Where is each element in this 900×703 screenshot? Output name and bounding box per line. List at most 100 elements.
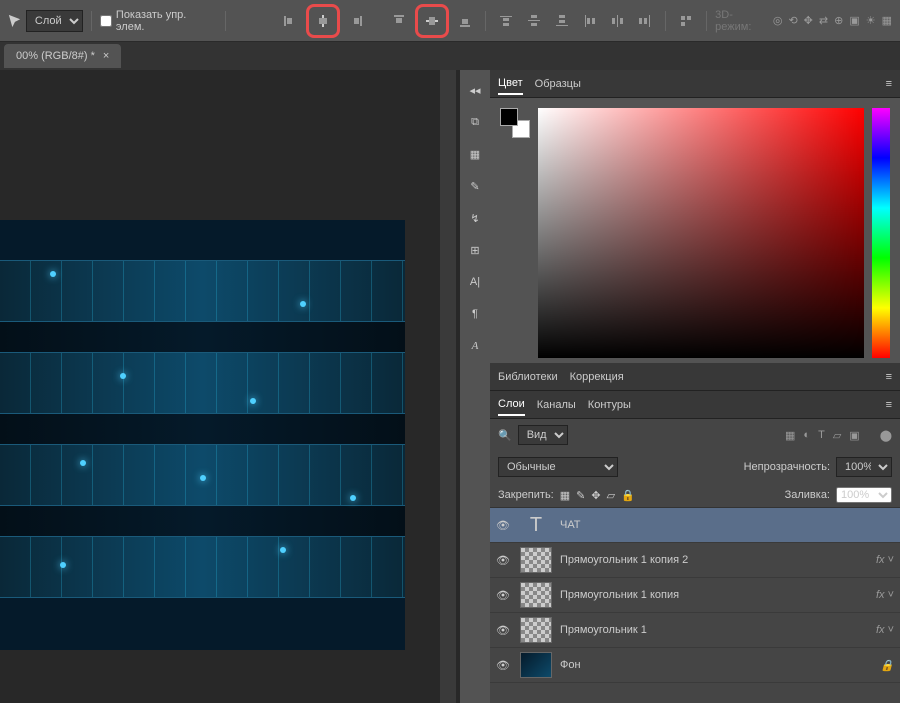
layer-item[interactable]: 👁 Фон 🔒 xyxy=(490,648,900,683)
fx-badge[interactable]: fx ˅ xyxy=(876,589,894,601)
filter-pixel-icon[interactable]: ▦ xyxy=(785,429,795,442)
brush-icon[interactable]: ✎ xyxy=(463,174,487,198)
fill-input[interactable]: 100% xyxy=(836,487,892,503)
right-panels: Цвет Образцы ≡ Библиотеки Коррекция ≡ Сл… xyxy=(490,70,900,703)
canvas-area: Ч А Т xyxy=(0,70,460,703)
layer-name: Прямоугольник 1 копия xyxy=(560,589,868,601)
paragraph-icon[interactable]: ¶ xyxy=(463,302,487,326)
align-bottom-icon[interactable] xyxy=(453,9,477,33)
tab-paths[interactable]: Контуры xyxy=(588,395,631,415)
tab-color[interactable]: Цвет xyxy=(498,73,523,95)
close-icon[interactable]: × xyxy=(103,50,109,62)
panel-menu-icon[interactable]: ≡ xyxy=(886,74,892,94)
layer-thumb-text: T xyxy=(520,512,552,538)
panel-menu-icon[interactable]: ≡ xyxy=(886,395,892,415)
lock-position-icon[interactable]: ✥ xyxy=(591,489,600,502)
vertical-toolbar: ◂◂ ⧉ ▦ ✎ ↯ ⊞ A| ¶ A xyxy=(460,70,490,703)
color-field[interactable] xyxy=(538,108,864,358)
opacity-label: Непрозрачность: xyxy=(744,461,830,473)
visibility-icon[interactable]: 👁 xyxy=(496,589,512,602)
layer-name: Прямоугольник 1 копия 2 xyxy=(560,554,868,566)
options-toolbar: Слой Показать упр. элем. 3D-режим: ◎ ⟲ ✥… xyxy=(0,0,900,42)
roll-icon[interactable]: ⟲ xyxy=(788,14,797,27)
lock-fill-row: Закрепить: ▦ ✎ ✥ ▱ 🔒 Заливка: 100% xyxy=(490,483,900,508)
visibility-icon[interactable]: 👁 xyxy=(496,624,512,637)
layer-item[interactable]: 👁 Прямоугольник 1 копия 2 fx ˅ xyxy=(490,543,900,578)
main-area: Ч А Т ◂◂ ⧉ ▦ ✎ ↯ ⊞ A| ¶ A Цвет Образцы ≡ xyxy=(0,70,900,703)
pan-icon[interactable]: ✥ xyxy=(804,14,813,27)
distribute-left-icon[interactable] xyxy=(578,9,602,33)
tab-correction[interactable]: Коррекция xyxy=(570,367,624,387)
render-icon[interactable]: ▦ xyxy=(882,14,892,27)
filter-type-icon[interactable]: T xyxy=(818,429,825,442)
align-left-icon[interactable] xyxy=(278,9,302,33)
camera-icon[interactable]: ▣ xyxy=(849,14,859,27)
vertical-scrollbar[interactable] xyxy=(440,70,456,703)
properties-icon[interactable]: ▦ xyxy=(463,142,487,166)
align-center-horizontal-icon[interactable] xyxy=(311,9,335,33)
separator xyxy=(706,11,707,31)
tab-swatches[interactable]: Образцы xyxy=(535,74,581,94)
layer-thumb xyxy=(520,582,552,608)
light-icon[interactable]: ☀ xyxy=(866,14,876,27)
filter-smart-icon[interactable]: ▣ xyxy=(849,429,859,442)
lock-all-icon[interactable]: 🔒 xyxy=(621,489,635,502)
blend-mode-select[interactable]: Обычные xyxy=(498,457,618,477)
tab-layers[interactable]: Слои xyxy=(498,394,525,416)
filter-adjust-icon[interactable]: ◐ xyxy=(803,429,810,442)
clone-source-icon[interactable]: ⊞ xyxy=(463,238,487,262)
distribute-vcenter-icon[interactable] xyxy=(522,9,546,33)
opacity-input[interactable]: 100% xyxy=(836,457,892,477)
distribute-hcenter-icon[interactable] xyxy=(606,9,630,33)
layers-panel: 🔍 Вид ▦ ◐ T ▱ ▣ ⬤ Обычные Непрозрачность… xyxy=(490,419,900,703)
layer-select[interactable]: Слой xyxy=(26,10,83,32)
lock-image-icon[interactable]: ✎ xyxy=(576,489,585,502)
fx-badge[interactable]: fx ˅ xyxy=(876,624,894,636)
fx-badge[interactable]: fx ˅ xyxy=(876,554,894,566)
show-controls-checkbox[interactable]: Показать упр. элем. xyxy=(100,9,217,33)
visibility-icon[interactable]: 👁 xyxy=(496,659,512,672)
canvas[interactable]: Ч А Т xyxy=(0,220,405,650)
layer-name: Прямоугольник 1 xyxy=(560,624,868,636)
brush-settings-icon[interactable]: ↯ xyxy=(463,206,487,230)
tab-channels[interactable]: Каналы xyxy=(537,395,576,415)
hue-slider[interactable] xyxy=(872,108,890,358)
highlight-align-center-v xyxy=(415,4,449,38)
lock-artboard-icon[interactable]: ▱ xyxy=(607,489,615,502)
foreground-background-swatch[interactable] xyxy=(500,108,530,138)
history-icon[interactable]: ⧉ xyxy=(463,110,487,134)
layer-item[interactable]: 👁 Прямоугольник 1 копия fx ˅ xyxy=(490,578,900,613)
align-center-vertical-icon[interactable] xyxy=(420,9,444,33)
distribute-bottom-icon[interactable] xyxy=(550,9,574,33)
align-top-icon[interactable] xyxy=(388,9,412,33)
align-right-icon[interactable] xyxy=(344,9,368,33)
distribute-top-icon[interactable] xyxy=(494,9,518,33)
layer-filter-row: 🔍 Вид ▦ ◐ T ▱ ▣ ⬤ xyxy=(490,419,900,451)
document-tab[interactable]: 00% (RGB/8#) * × xyxy=(4,44,121,68)
filter-shape-icon[interactable]: ▱ xyxy=(833,429,841,442)
layer-item[interactable]: 👁 T ЧАТ xyxy=(490,508,900,543)
collapse-icon[interactable]: ◂◂ xyxy=(463,78,487,102)
layer-thumb xyxy=(520,547,552,573)
orbit-icon[interactable]: ◎ xyxy=(773,14,783,27)
visibility-icon[interactable]: 👁 xyxy=(496,519,512,532)
glyphs-icon[interactable]: A xyxy=(463,334,487,358)
filter-toggle-icon[interactable]: ⬤ xyxy=(880,429,892,442)
tab-libraries[interactable]: Библиотеки xyxy=(498,367,558,387)
search-icon[interactable]: 🔍 xyxy=(498,429,512,442)
lock-transparency-icon[interactable]: ▦ xyxy=(560,489,570,502)
separator xyxy=(91,11,92,31)
filter-select[interactable]: Вид xyxy=(518,425,568,445)
lock-label: Закрепить: xyxy=(498,489,554,501)
auto-align-icon[interactable] xyxy=(674,9,698,33)
color-picker-panel xyxy=(490,98,900,363)
distribute-right-icon[interactable] xyxy=(633,9,657,33)
document-tabs: 00% (RGB/8#) * × xyxy=(0,42,900,70)
blend-opacity-row: Обычные Непрозрачность: 100% xyxy=(490,451,900,483)
character-icon[interactable]: A| xyxy=(463,270,487,294)
slide-icon[interactable]: ⇄ xyxy=(819,14,828,27)
panel-menu-icon[interactable]: ≡ xyxy=(886,367,892,387)
zoom-icon[interactable]: ⊕ xyxy=(834,14,843,27)
visibility-icon[interactable]: 👁 xyxy=(496,554,512,567)
layer-item[interactable]: 👁 Прямоугольник 1 fx ˅ xyxy=(490,613,900,648)
